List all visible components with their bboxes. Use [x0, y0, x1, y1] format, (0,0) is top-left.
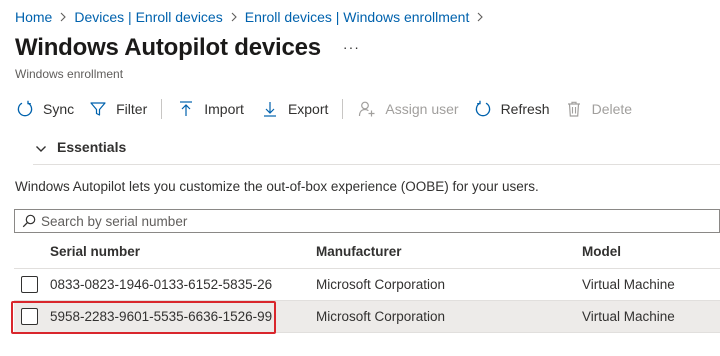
chevron-right-icon	[52, 12, 74, 22]
column-header-model[interactable]: Model	[582, 244, 720, 259]
breadcrumb-home-link[interactable]: Home	[15, 9, 52, 25]
more-options-button[interactable]: ···	[343, 39, 360, 55]
model-cell: Virtual Machine	[582, 309, 675, 324]
trash-icon	[564, 99, 584, 119]
refresh-icon	[473, 99, 493, 119]
search-box	[14, 209, 720, 233]
manufacturer-cell: Microsoft Corporation	[316, 309, 446, 324]
row-check-cell	[14, 308, 50, 325]
refresh-label: Refresh	[500, 101, 550, 117]
sync-icon	[15, 99, 35, 119]
manufacturer-cell: Microsoft Corporation	[316, 277, 446, 292]
chevron-right-icon	[223, 12, 245, 22]
filter-button[interactable]: Filter	[88, 99, 147, 119]
delete-button[interactable]: Delete	[564, 99, 632, 119]
table-header-row: Serial number Manufacturer Model	[14, 235, 720, 269]
essentials-toggle[interactable]: Essentials	[57, 139, 126, 155]
table-row[interactable]: 5958-2283-9601-5535-6636-1526-99 Microso…	[14, 301, 720, 333]
essentials-section: Essentials	[33, 139, 720, 165]
search-icon	[21, 213, 37, 229]
import-icon	[176, 99, 196, 119]
title-row: Windows Autopilot devices ···	[15, 34, 360, 62]
command-bar: Sync Filter Import Export Assign user Re…	[15, 97, 632, 121]
page-subtitle: Windows enrollment	[15, 67, 124, 81]
delete-label: Delete	[591, 101, 633, 117]
chevron-down-icon[interactable]	[33, 141, 49, 157]
serial-cell: 5958-2283-9601-5535-6636-1526-99	[50, 309, 273, 324]
import-button[interactable]: Import	[176, 99, 244, 119]
table-row[interactable]: 0833-0823-1946-0133-6152-5835-26 Microso…	[14, 269, 720, 301]
export-button[interactable]: Export	[260, 99, 328, 119]
row-checkbox[interactable]	[21, 276, 38, 293]
import-label: Import	[204, 101, 244, 117]
add-user-icon	[357, 99, 377, 119]
export-label: Export	[287, 101, 329, 117]
description-text: Windows Autopilot lets you customize the…	[15, 179, 539, 194]
breadcrumb: Home Devices | Enroll devices Enroll dev…	[15, 8, 491, 26]
sync-label: Sync	[43, 101, 75, 117]
refresh-button[interactable]: Refresh	[473, 99, 550, 119]
row-checkbox[interactable]	[21, 308, 38, 325]
model-cell: Virtual Machine	[582, 277, 675, 292]
sync-button[interactable]: Sync	[15, 99, 74, 119]
devices-table: Serial number Manufacturer Model 0833-08…	[14, 235, 720, 333]
search-input[interactable]	[41, 210, 719, 232]
chevron-right-icon	[469, 12, 491, 22]
column-header-manufacturer[interactable]: Manufacturer	[316, 244, 582, 259]
serial-cell: 0833-0823-1946-0133-6152-5835-26	[50, 277, 273, 292]
row-check-cell	[14, 276, 50, 293]
assign-user-button[interactable]: Assign user	[357, 99, 459, 119]
column-header-serial[interactable]: Serial number	[50, 244, 316, 259]
breadcrumb-devices-link[interactable]: Devices | Enroll devices	[74, 9, 222, 25]
filter-icon	[88, 99, 108, 119]
page-title: Windows Autopilot devices	[15, 34, 321, 61]
breadcrumb-enrollment-link[interactable]: Enroll devices | Windows enrollment	[245, 9, 470, 25]
toolbar-divider	[342, 99, 344, 119]
assign-user-label: Assign user	[385, 101, 459, 117]
export-icon	[260, 99, 280, 119]
filter-label: Filter	[116, 101, 148, 117]
toolbar-divider	[161, 99, 163, 119]
